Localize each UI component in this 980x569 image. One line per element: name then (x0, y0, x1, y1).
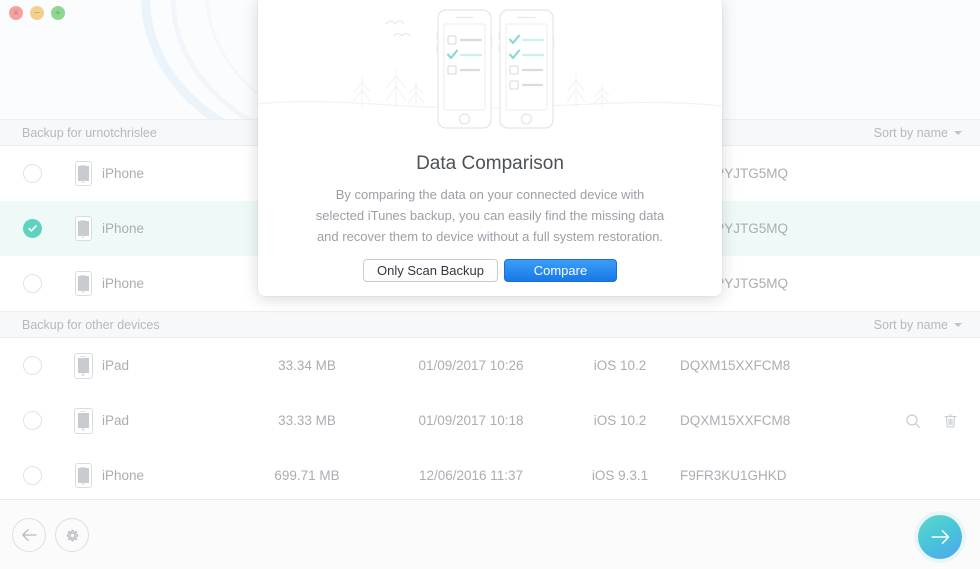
radio-unselected-icon[interactable] (23, 164, 42, 183)
sort-label: Sort by name (874, 126, 948, 140)
radio-unselected-icon[interactable] (23, 274, 42, 293)
backup-size: 699.71 MB (232, 468, 382, 483)
row-actions (860, 413, 980, 429)
radio-selected-icon[interactable] (23, 219, 42, 238)
iphone-icon (75, 161, 92, 186)
dialog-title: Data Comparison (258, 153, 722, 175)
serial-number: DQXM15XXFCM8 (680, 358, 860, 373)
backup-date: 01/09/2017 10:26 (382, 358, 560, 373)
radio-unselected-icon[interactable] (23, 411, 42, 430)
row-select-cell[interactable] (0, 164, 64, 183)
device-icon-cell (64, 408, 102, 434)
maximize-window-button[interactable]: + (51, 6, 65, 20)
settings-button[interactable] (55, 518, 89, 552)
app-window: × − + If your bac kup folder. Backup for… (0, 0, 980, 569)
sort-by-name-dropdown[interactable]: Sort by name (874, 126, 962, 140)
radio-unselected-icon[interactable] (23, 356, 42, 375)
row-select-cell[interactable] (0, 411, 64, 430)
device-icon-cell (64, 216, 102, 241)
section-title: Backup for urnotchrislee (22, 126, 157, 140)
device-icon-cell (64, 161, 102, 186)
iphone-icon (75, 463, 92, 488)
chevron-down-icon (954, 323, 962, 327)
dialog-actions: Only Scan Backup Compare (258, 259, 722, 282)
table-row[interactable]: iPad 33.34 MB 01/09/2017 10:26 iOS 10.2 … (0, 338, 980, 393)
ios-version: iOS 9.3.1 (560, 468, 680, 483)
device-name: iPhone (102, 221, 232, 236)
row-select-cell[interactable] (0, 274, 64, 293)
back-button[interactable] (12, 518, 46, 552)
close-icon: × (13, 8, 18, 17)
section-header-other: Backup for other devices Sort by name (0, 311, 980, 338)
bottom-toolbar (0, 499, 980, 569)
table-row[interactable]: iPad 33.33 MB 01/09/2017 10:18 iOS 10.2 … (0, 393, 980, 448)
maximize-icon: + (55, 8, 60, 17)
arrow-right-icon (929, 529, 951, 545)
radio-unselected-icon[interactable] (23, 466, 42, 485)
next-button[interactable] (918, 515, 962, 559)
device-name: iPhone (102, 276, 232, 291)
trash-icon[interactable] (943, 413, 958, 429)
serial-number: DQXM15XXFCM8 (680, 413, 860, 428)
device-icon-cell (64, 271, 102, 296)
backup-size: 33.34 MB (232, 358, 382, 373)
row-select-cell[interactable] (0, 219, 64, 238)
dialog-illustration (258, 0, 722, 142)
row-select-cell[interactable] (0, 466, 64, 485)
device-icon-cell (64, 353, 102, 379)
ipad-icon (74, 408, 93, 434)
device-icon-cell (64, 463, 102, 488)
arrow-left-icon (21, 528, 38, 542)
serial-number: F9FR3KU1GHKD (680, 468, 860, 483)
dialog-description: By comparing the data on your connected … (310, 184, 670, 247)
search-icon[interactable] (905, 413, 921, 429)
compare-button[interactable]: Compare (504, 259, 617, 282)
device-name: iPhone (102, 166, 232, 181)
backup-size: 33.33 MB (232, 413, 382, 428)
ipad-icon (74, 353, 93, 379)
minimize-icon: − (34, 8, 39, 17)
data-comparison-dialog: Data Comparison By comparing the data on… (258, 0, 722, 296)
close-window-button[interactable]: × (9, 6, 23, 20)
ios-version: iOS 10.2 (560, 413, 680, 428)
device-name: iPad (102, 358, 232, 373)
window-traffic-lights: × − + (9, 6, 65, 20)
backup-date: 01/09/2017 10:18 (382, 413, 560, 428)
backup-date: 12/06/2016 11:37 (382, 468, 560, 483)
gear-icon (63, 526, 82, 545)
sort-by-name-dropdown[interactable]: Sort by name (874, 318, 962, 332)
device-name: iPad (102, 413, 232, 428)
table-row[interactable]: iPhone 699.71 MB 12/06/2016 11:37 iOS 9.… (0, 448, 980, 503)
minimize-window-button[interactable]: − (30, 6, 44, 20)
sort-label: Sort by name (874, 318, 948, 332)
chevron-down-icon (954, 131, 962, 135)
iphone-icon (75, 216, 92, 241)
row-select-cell[interactable] (0, 356, 64, 375)
device-name: iPhone (102, 468, 232, 483)
ios-version: iOS 10.2 (560, 358, 680, 373)
iphone-icon (75, 271, 92, 296)
section-title: Backup for other devices (22, 318, 160, 332)
only-scan-backup-button[interactable]: Only Scan Backup (363, 259, 498, 282)
